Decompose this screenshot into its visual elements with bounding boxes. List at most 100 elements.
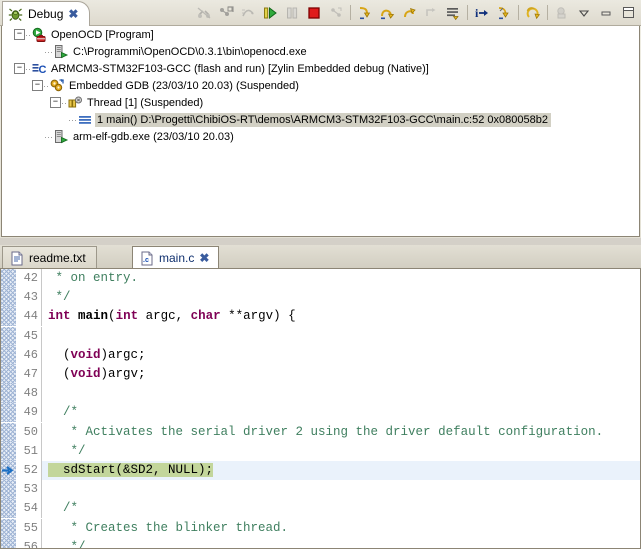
code-token: /*: [48, 501, 78, 515]
tab-debug-label: Debug: [28, 7, 63, 21]
code-token: * Activates the serial driver 2 using th…: [48, 425, 603, 439]
debug-target-icon: [49, 78, 65, 94]
code-line[interactable]: 46 (void)argc;: [1, 346, 640, 365]
code-text[interactable]: */: [42, 442, 640, 461]
svg-text:C: C: [39, 64, 47, 76]
tree-item-armcm3-launch[interactable]: − ·· C ARMCM3-STM32F103-GCC (flash and r…: [2, 60, 639, 77]
code-text[interactable]: */: [42, 288, 640, 307]
toolbar-separator-4: [547, 5, 548, 20]
tree-item-label: ARMCM3-STM32F103-GCC (flash and run) [Zy…: [51, 63, 429, 75]
code-text[interactable]: [42, 327, 640, 346]
step-return-button[interactable]: [398, 2, 420, 24]
code-line[interactable]: 52 sdStart(&SD2, NULL);: [1, 461, 640, 480]
tree-item-label: Thread [1] (Suspended): [87, 97, 203, 109]
code-line[interactable]: 48: [1, 384, 640, 403]
code-text[interactable]: (void)argc;: [42, 346, 640, 365]
code-line[interactable]: 45: [1, 327, 640, 346]
code-text[interactable]: * Activates the serial driver 2 using th…: [42, 423, 640, 442]
code-line[interactable]: 55 * Creates the blinker thread.: [1, 518, 640, 537]
expander-collapse-icon[interactable]: −: [32, 80, 43, 91]
view-sash-divider[interactable]: [0, 238, 641, 245]
code-token: void: [71, 348, 101, 362]
step-into-button[interactable]: [354, 2, 376, 24]
toolbar-separator-3: [518, 5, 519, 20]
remove-all-terminated-button[interactable]: [215, 2, 237, 24]
line-number: 47: [16, 365, 42, 384]
overview-ruler-cell: [1, 346, 16, 365]
process-icon: [53, 44, 69, 60]
code-token: )argc;: [101, 348, 146, 362]
tree-item-stack-frame[interactable]: ··· 1 main() D:\Progetti\ChibiOS-RT\demo…: [2, 111, 639, 128]
line-number: 54: [16, 499, 42, 518]
tab-readme-txt[interactable]: readme.txt: [2, 246, 97, 269]
code-line[interactable]: 44int main(int argc, char **argv) {: [1, 307, 640, 326]
disconnect-target-button[interactable]: [325, 2, 347, 24]
step-into-selection-button[interactable]: [493, 2, 515, 24]
code-text[interactable]: [42, 384, 640, 403]
overview-ruler-cell: [1, 288, 16, 307]
code-text[interactable]: * Creates the blinker thread.: [42, 519, 640, 538]
code-line[interactable]: 47 (void)argv;: [1, 365, 640, 384]
code-text[interactable]: int main(int argc, char **argv) {: [42, 307, 640, 326]
code-line[interactable]: 50 * Activates the serial driver 2 using…: [1, 423, 640, 442]
tab-main-c[interactable]: .c main.c ✖: [132, 246, 219, 269]
debug-tree[interactable]: − ·· OpenOCD [Program] ···: [1, 26, 640, 237]
tree-item-openocd-launch[interactable]: − ·· OpenOCD [Program]: [2, 26, 639, 43]
code-line[interactable]: 53: [1, 480, 640, 499]
instruction-pointer-arrow[interactable]: [1, 461, 16, 480]
close-icon[interactable]: ✖: [68, 7, 77, 21]
overview-ruler-cell: [1, 519, 16, 538]
reconnect-button[interactable]: [237, 2, 259, 24]
drop-to-frame-button[interactable]: [420, 2, 442, 24]
expander-collapse-icon[interactable]: −: [14, 63, 25, 74]
tree-item-thread-1[interactable]: − ·· Thread [1] (Suspended): [2, 94, 639, 111]
code-text[interactable]: (void)argv;: [42, 365, 640, 384]
code-editor[interactable]: 42 * on entry.43 */44int main(int argc, …: [0, 268, 641, 549]
terminate-button[interactable]: [303, 2, 325, 24]
edit-source-lookup-button[interactable]: [551, 2, 573, 24]
tab-debug[interactable]: Debug ✖: [2, 1, 90, 26]
suspend-button[interactable]: [281, 2, 303, 24]
tree-item-arm-elf-gdb-process[interactable]: ··· arm-elf-gdb.exe (23/03/10 20.03): [2, 128, 639, 145]
instruction-stepping-button[interactable]: [442, 2, 464, 24]
view-menu-arrow-icon[interactable]: [573, 2, 595, 24]
relaunch-button[interactable]: [522, 2, 544, 24]
minimize-button[interactable]: [595, 2, 617, 24]
code-text[interactable]: sdStart(&SD2, NULL);: [42, 461, 640, 480]
code-line[interactable]: 42 * on entry.: [1, 269, 640, 288]
toolbar-separator-2: [467, 5, 468, 20]
code-line[interactable]: 43 */: [1, 288, 640, 307]
code-token: * on entry.: [48, 271, 138, 285]
code-line[interactable]: 49 /*: [1, 403, 640, 422]
tab-readme-label: readme.txt: [29, 251, 86, 265]
code-token: (: [108, 309, 116, 323]
step-over-button[interactable]: [376, 2, 398, 24]
code-text[interactable]: */: [42, 538, 640, 549]
use-step-filters-button[interactable]: i: [471, 2, 493, 24]
tree-item-openocd-process[interactable]: ··· C:\Programmi\OpenOCD\0.3.1\bin\openo…: [2, 43, 639, 60]
process-icon: [53, 129, 69, 145]
code-text[interactable]: [42, 480, 640, 499]
tab-main-label: main.c: [159, 251, 194, 265]
tree-item-embedded-gdb[interactable]: − ·· Embedded GDB (23/03/10 20.03) (Susp…: [2, 77, 639, 94]
code-token: * Creates the blinker thread.: [48, 521, 288, 535]
disconnect-button[interactable]: [193, 2, 215, 24]
toolbar-separator: [350, 5, 351, 20]
code-text[interactable]: /*: [42, 499, 640, 518]
code-line[interactable]: 51 */: [1, 442, 640, 461]
code-lines[interactable]: 42 * on entry.43 */44int main(int argc, …: [1, 269, 640, 548]
maximize-button[interactable]: [617, 2, 639, 24]
close-icon[interactable]: ✖: [199, 251, 208, 265]
code-line[interactable]: 54 /*: [1, 499, 640, 518]
text-file-icon: [10, 251, 24, 266]
expander-collapse-icon[interactable]: −: [14, 29, 25, 40]
expander-collapse-icon[interactable]: −: [50, 97, 61, 108]
tree-item-label: Embedded GDB (23/03/10 20.03) (Suspended…: [69, 80, 299, 92]
overview-ruler-cell: [1, 365, 16, 384]
code-token: main: [78, 309, 108, 323]
code-text[interactable]: /*: [42, 403, 640, 422]
debug-toolbar: i: [193, 0, 639, 25]
resume-button[interactable]: [259, 2, 281, 24]
code-text[interactable]: * on entry.: [42, 269, 640, 288]
code-line[interactable]: 56 */: [1, 538, 640, 549]
